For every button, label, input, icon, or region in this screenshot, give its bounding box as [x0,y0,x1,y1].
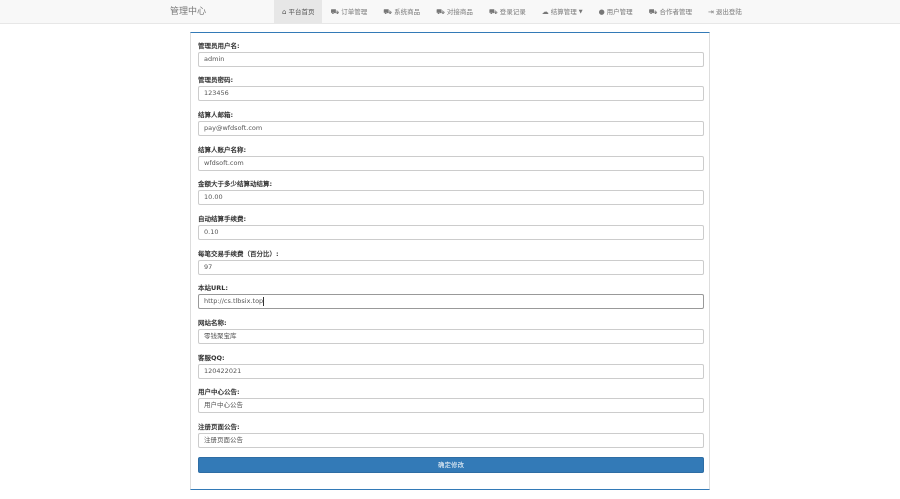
home-icon: ⌂ [282,7,287,16]
field-label: 结算人邮箱: [198,111,234,119]
nav-item-label: 退出登陆 [715,8,742,16]
nav-item-label: 系统商品 [394,8,421,16]
settings-panel: 管理员用户名: admin 管理员密码: 123456 结算人邮箱: pay@w… [190,32,710,490]
nav-item-system-products[interactable]: ⛟ 系统商品 [375,0,428,24]
field-site-name: 网站名称: 零钱聚宝库 [198,317,704,344]
user-center-notice-input[interactable]: 用户中心公告 [198,398,704,413]
cart-icon: ⛟ [488,7,498,16]
field-label: 注册页面公告: [198,423,240,431]
field-label: 金额大于多少结算动结算: [198,180,273,188]
field-auto-settle-threshold: 金额大于多少结算动结算: 10.00 [198,178,704,205]
cart-icon: ⛟ [383,7,393,16]
nav-item-home[interactable]: ⌂ 平台首页 [274,0,323,24]
field-user-center-notice: 用户中心公告: 用户中心公告 [198,386,704,413]
nav-item-label: 登录记录 [499,8,526,16]
nav-item-logout[interactable]: ⇥ 退出登陆 [700,0,750,24]
field-label: 管理员密码: [198,76,234,84]
auto-settle-threshold-input[interactable]: 10.00 [198,190,704,205]
field-label: 网站名称: [198,319,227,327]
cart-icon: ⛟ [436,7,445,16]
nav-item-label: 对接商品 [446,8,473,16]
admin-username-input[interactable]: admin [198,52,704,67]
text-cursor [263,296,265,306]
support-qq-input[interactable]: 120422021 [198,364,704,379]
top-navbar: 管理中心 ⌂ 平台首页 ⛟ 订单管理 ⛟ 系统商品 ⛟ 对接商品 ⛟ 登录记录 … [0,0,900,24]
site-url-value: http://cs.tlbsix.top [204,297,264,305]
caret-down-icon: ▼ [578,9,583,15]
settlement-email-input[interactable]: pay@wfdsoft.com [198,121,704,136]
nav-item-label: 平台首页 [288,8,315,16]
nav-item-label: 订单管理 [341,8,368,16]
brand-title[interactable]: 管理中心 [170,0,206,24]
nav-item-partners[interactable]: ⛟ 合作者管理 [641,0,700,24]
confirm-save-button[interactable]: 确定修改 [198,457,704,473]
field-admin-username: 管理员用户名: admin [198,40,704,67]
field-label: 每笔交易手续费（百分比）: [198,250,279,258]
field-label: 客服QQ: [198,354,225,362]
field-label: 本站URL: [198,284,229,292]
field-admin-password: 管理员密码: 123456 [198,74,704,101]
register-notice-input[interactable]: 注册页面公告 [198,433,704,448]
nav-item-label: 合作者管理 [659,8,692,16]
cart-icon: ⛟ [330,7,340,16]
site-name-input[interactable]: 零钱聚宝库 [198,329,704,344]
field-auto-settle-fee: 自动结算手续费: 0.10 [198,213,704,240]
main-nav: ⌂ 平台首页 ⛟ 订单管理 ⛟ 系统商品 ⛟ 对接商品 ⛟ 登录记录 ☁ 结算管… [274,0,750,24]
field-site-url: 本站URL: http://cs.tlbsix.top [198,282,704,309]
admin-password-input[interactable]: 123456 [198,86,704,101]
user-icon: ● [598,7,605,16]
logout-icon: ⇥ [707,7,714,16]
field-register-notice: 注册页面公告: 注册页面公告 [198,421,704,448]
field-transaction-fee-percent: 每笔交易手续费（百分比）: 97 [198,248,704,275]
auto-settle-fee-input[interactable]: 0.10 [198,225,704,240]
field-label: 用户中心公告: [198,388,240,396]
nav-item-users[interactable]: ● 用户管理 [591,0,641,24]
field-label: 自动结算手续费: [198,215,247,223]
site-url-input[interactable]: http://cs.tlbsix.top [198,294,704,309]
nav-item-label: 结算管理 [550,8,577,16]
cloud-icon: ☁ [541,7,549,16]
field-label: 管理员用户名: [198,42,240,50]
nav-item-login-records[interactable]: ⛟ 登录记录 [481,0,534,24]
nav-item-linked-products[interactable]: ⛟ 对接商品 [428,0,481,24]
settlement-account-name-input[interactable]: wfdsoft.com [198,156,704,171]
field-settlement-account-name: 结算人账户名称: wfdsoft.com [198,144,704,171]
field-settlement-email: 结算人邮箱: pay@wfdsoft.com [198,109,704,136]
nav-item-settlement[interactable]: ☁ 结算管理 ▼ [534,0,591,24]
nav-item-orders[interactable]: ⛟ 订单管理 [322,0,375,24]
cart-icon: ⛟ [648,7,658,16]
field-support-qq: 客服QQ: 120422021 [198,352,704,379]
nav-item-label: 用户管理 [606,8,633,16]
field-label: 结算人账户名称: [198,146,247,154]
transaction-fee-percent-input[interactable]: 97 [198,260,704,275]
